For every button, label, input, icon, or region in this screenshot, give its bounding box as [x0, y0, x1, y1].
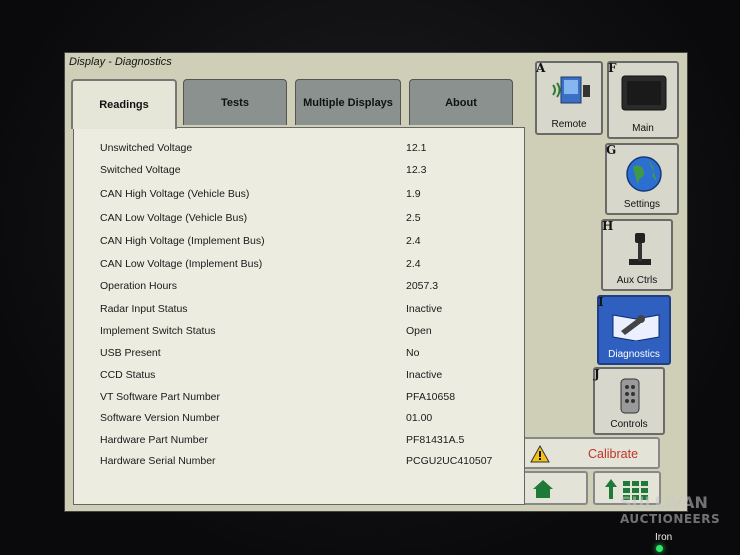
home-button[interactable] [520, 471, 588, 505]
power-led [656, 545, 663, 552]
reading-label: Radar Input Status [100, 303, 188, 315]
reading-row: CAN High Voltage (Vehicle Bus) 1.9 [74, 186, 514, 204]
reading-row: CAN Low Voltage (Vehicle Bus) 2.5 [74, 210, 514, 228]
device-label: Iron [655, 532, 673, 543]
reading-row: CCD Status Inactive [74, 367, 514, 385]
diagnostics-label: Diagnostics [608, 349, 660, 360]
reading-value: 01.00 [406, 412, 433, 424]
softkey-letter: G [606, 143, 617, 157]
main-label: Main [632, 123, 654, 134]
softkey-letter: I [598, 295, 604, 309]
reading-label: Switched Voltage [100, 164, 181, 176]
reading-row: Software Version Number 01.00 [74, 410, 514, 428]
softkey-letter: F [608, 61, 617, 75]
reading-label: CAN Low Voltage (Vehicle Bus) [100, 212, 248, 224]
calibrate-label: Calibrate [588, 447, 639, 461]
reading-label: Hardware Part Number [100, 434, 208, 446]
remote-button[interactable]: A Remote [535, 61, 603, 135]
reading-label: Unswitched Voltage [100, 142, 193, 154]
aux-controls-label: Aux Ctrls [616, 275, 658, 286]
reading-label: CCD Status [100, 369, 156, 381]
tab-multiple-displays[interactable]: Multiple Displays [295, 79, 401, 125]
watermark-line-2: AUCTIONEERS [620, 512, 721, 526]
softkey-letter: H [602, 219, 614, 233]
diagnostics-button[interactable]: I Diagnostics [597, 295, 671, 365]
reading-row: Radar Input Status Inactive [74, 301, 514, 319]
reading-row: Hardware Serial Number PCGU2UC410507 [74, 453, 514, 471]
softkey-letter: A [536, 61, 546, 75]
reading-label: VT Software Part Number [100, 391, 221, 403]
aux-controls-button[interactable]: H Aux Ctrls [601, 219, 673, 291]
remote-label: Remote [551, 119, 587, 130]
reading-value: PCGU2UC410507 [406, 455, 493, 467]
reading-label: Software Version Number [100, 412, 220, 424]
tab-tests[interactable]: Tests [183, 79, 287, 125]
reading-value: Open [406, 325, 432, 337]
reading-value: 2057.3 [406, 280, 439, 292]
reading-row: Unswitched Voltage 12.1 [74, 140, 514, 158]
wrench-book-icon [612, 314, 660, 341]
settings-label: Settings [623, 199, 661, 210]
controls-label: Controls [610, 419, 648, 430]
reading-label: CAN High Voltage (Implement Bus) [100, 235, 265, 247]
display-screen: Display - Diagnostics Readings Tests Mul… [64, 52, 688, 512]
reading-row: Operation Hours 2057.3 [74, 278, 514, 296]
watermark-line-1: SULLIVAN [620, 493, 708, 512]
reading-value: 12.3 [406, 164, 427, 176]
reading-value: 1.9 [406, 188, 421, 200]
reading-label: Hardware Serial Number [100, 455, 216, 467]
reading-value: No [406, 347, 420, 359]
reading-value: 2.4 [406, 235, 421, 247]
reading-value: 12.1 [406, 142, 427, 154]
reading-value: Inactive [406, 303, 443, 315]
reading-row: Hardware Part Number PF81431A.5 [74, 432, 514, 450]
reading-label: CAN High Voltage (Vehicle Bus) [100, 188, 250, 200]
main-button[interactable]: F Main [607, 61, 679, 139]
reading-row: CAN Low Voltage (Implement Bus) 2.4 [74, 256, 514, 274]
softkey-letter: J [594, 367, 600, 381]
reading-value: 2.5 [406, 212, 421, 224]
reading-row: USB Present No [74, 345, 514, 363]
reading-label: Implement Switch Status [100, 325, 216, 337]
reading-value: PFA10658 [406, 391, 456, 403]
reading-row: Implement Switch Status Open [74, 323, 514, 341]
reading-label: Operation Hours [100, 280, 178, 292]
controls-button[interactable]: J Controls [593, 367, 665, 435]
readings-panel: Unswitched Voltage 12.1 Switched Voltage 1… [73, 127, 525, 505]
reading-value: PF81431A.5 [406, 434, 465, 446]
home-icon [533, 480, 553, 498]
reading-row: CAN High Voltage (Implement Bus) 2.4 [74, 233, 514, 251]
globe-icon [626, 156, 662, 192]
calibrate-button[interactable]: Calibrate [520, 437, 660, 469]
settings-button[interactable]: G Settings [605, 143, 679, 215]
tab-readings[interactable]: Readings [71, 79, 177, 129]
reading-value: Inactive [406, 369, 443, 381]
joystick-icon [629, 233, 651, 265]
reading-row: Switched Voltage 12.3 [74, 162, 514, 180]
remote-display-icon [552, 76, 590, 104]
tab-about[interactable]: About [409, 79, 513, 125]
monitor-icon [621, 75, 667, 111]
reading-value: 2.4 [406, 258, 421, 270]
warning-icon [530, 445, 550, 463]
window-title: Display - Diagnostics [69, 56, 172, 68]
remote-control-icon [620, 378, 640, 414]
auctioneer-watermark: SULLIVAN AUCTIONEERS [620, 494, 720, 528]
reading-label: CAN Low Voltage (Implement Bus) [100, 258, 263, 270]
reading-label: USB Present [100, 347, 161, 359]
reading-row: VT Software Part Number PFA10658 [74, 389, 514, 407]
